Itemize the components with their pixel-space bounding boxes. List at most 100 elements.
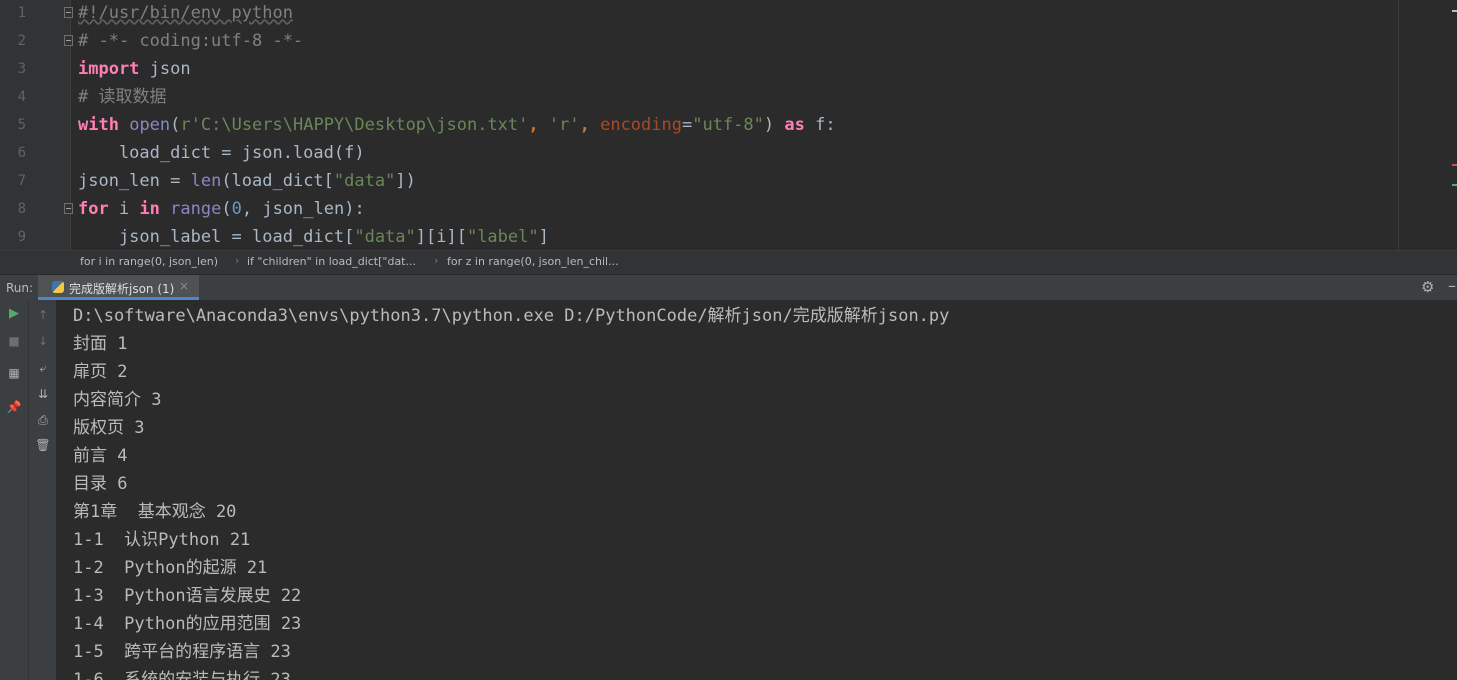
code-line[interactable]: with open(r'C:\Users\HAPPY\Desktop\json.… xyxy=(78,111,836,139)
console-line: 1-5 跨平台的程序语言 23 xyxy=(73,642,291,662)
code-token: r'C:\Users\HAPPY\Desktop\json.txt' xyxy=(180,115,529,135)
line-number: 1 xyxy=(17,5,26,21)
code-line[interactable]: # -*- coding:utf-8 -*- xyxy=(78,27,303,55)
code-token: (load_dict[ xyxy=(221,171,334,191)
line-number: 4 xyxy=(17,89,26,105)
code-token: as xyxy=(784,115,805,135)
console-line: 内容简介 3 xyxy=(73,390,162,410)
line-number: 2 xyxy=(17,33,26,49)
scrollbar-marker xyxy=(1452,10,1457,12)
code-token: 0 xyxy=(231,199,242,219)
code-token: with xyxy=(78,115,119,135)
gear-icon[interactable]: ⚙ xyxy=(1421,278,1434,296)
run-label: Run: xyxy=(6,281,34,295)
console-output[interactable]: D:\software\Anaconda3\envs\python3.7\pyt… xyxy=(57,300,1457,680)
code-token: json xyxy=(139,59,191,79)
console-line: 1-1 认识Python 21 xyxy=(73,530,251,550)
line-number: 5 xyxy=(17,117,26,133)
line-number: 3 xyxy=(17,61,26,77)
console-line: 版权页 3 xyxy=(73,418,145,438)
chevron-right-icon: › xyxy=(235,254,240,267)
code-token: # -*- coding:utf-8 -*- xyxy=(78,31,304,51)
breadcrumb-item[interactable]: for i in range(0, json_len) xyxy=(80,255,218,268)
run-panel-header: Run: 完成版解析json (1) × ⚙ – xyxy=(0,274,1457,300)
code-token: , xyxy=(579,115,601,135)
line-number: 8 xyxy=(17,201,26,217)
breadcrumb: for i in range(0, json_len) › if "childr… xyxy=(0,250,1457,274)
code-token: ( xyxy=(170,115,181,135)
chevron-right-icon: › xyxy=(434,254,439,267)
error-marker xyxy=(1452,164,1457,166)
console-toolbar: ↑ ↓ ⤶ ⇊ ⎙ 🗑 xyxy=(29,300,57,680)
code-token: #!/usr/bin/env python xyxy=(78,3,293,23)
code-token: 'r' xyxy=(548,115,580,135)
code-line[interactable]: #!/usr/bin/env python xyxy=(78,0,293,27)
console-line: 目录 6 xyxy=(73,474,128,494)
code-line[interactable]: load_dict = json.load(f) xyxy=(78,139,365,167)
run-tab-label: 完成版解析json (1) xyxy=(69,282,175,296)
code-token: "utf-8" xyxy=(692,115,764,135)
code-editor[interactable]: 1 #!/usr/bin/env python 2 # -*- coding:utf-… xyxy=(0,0,1457,250)
python-icon xyxy=(52,281,64,293)
code-token: "label" xyxy=(466,227,539,247)
code-token: import xyxy=(78,59,140,79)
line-number: 9 xyxy=(17,229,26,245)
code-token: ] xyxy=(538,227,549,247)
fold-icon[interactable] xyxy=(64,7,73,18)
code-token: ( xyxy=(221,199,232,219)
code-token: open xyxy=(129,115,171,135)
stop-icon[interactable]: ■ xyxy=(6,333,22,349)
code-token: "data" xyxy=(333,171,396,191)
code-token: ][i][ xyxy=(415,227,467,247)
pin-icon[interactable]: 📌 xyxy=(6,399,22,415)
console-line: 封面 1 xyxy=(73,334,128,354)
soft-wrap-icon[interactable]: ⤶ xyxy=(35,360,51,376)
code-token: , json_len): xyxy=(241,199,365,219)
fold-icon[interactable] xyxy=(64,35,73,46)
console-line: D:\software\Anaconda3\envs\python3.7\pyt… xyxy=(73,306,950,326)
console-line: 扉页 2 xyxy=(73,362,128,382)
code-line[interactable]: for i in range(0, json_len): xyxy=(78,195,365,223)
code-token: json_len = xyxy=(78,171,191,191)
code-token: range xyxy=(170,199,222,219)
code-token: , xyxy=(528,115,549,135)
code-token: encoding xyxy=(600,115,682,135)
console-line: 1-6 系统的安装与执行 23 xyxy=(73,670,291,680)
code-token: "data" xyxy=(354,227,416,247)
code-line[interactable]: # 读取数据 xyxy=(78,83,166,111)
code-token: ) xyxy=(763,115,785,135)
arrow-up-icon[interactable]: ↑ xyxy=(35,307,51,323)
console-line: 1-3 Python语言发展史 22 xyxy=(73,586,302,606)
console-line: 1-4 Python的应用范围 23 xyxy=(73,614,302,634)
rerun-icon[interactable]: ▶ xyxy=(6,306,22,322)
line-number: 7 xyxy=(17,173,26,189)
minimize-icon[interactable]: – xyxy=(1448,276,1456,295)
code-line[interactable]: json_label = load_dict["data"][i]["label… xyxy=(78,223,549,250)
arrow-down-icon[interactable]: ↓ xyxy=(35,333,51,349)
breadcrumb-item[interactable]: if "children" in load_dict["dat... xyxy=(247,255,416,268)
breadcrumb-item[interactable]: for z in range(0, json_len_chil... xyxy=(447,255,619,268)
code-token: len xyxy=(190,171,222,191)
run-tab[interactable]: 完成版解析json (1) × xyxy=(38,275,199,300)
layout-icon[interactable]: ▦ xyxy=(6,365,22,381)
print-icon[interactable]: ⎙ xyxy=(35,412,51,428)
console-line: 第1章 基本观念 20 xyxy=(73,502,237,522)
code-token: for xyxy=(78,199,109,219)
code-token: # 读取数据 xyxy=(78,87,167,107)
code-token: json_label = load_dict[ xyxy=(78,227,355,247)
code-token: in xyxy=(139,199,160,219)
code-token: load_dict = json.load(f) xyxy=(78,143,365,163)
code-token: f: xyxy=(804,115,836,135)
console-line: 前言 4 xyxy=(73,446,128,466)
fold-icon[interactable] xyxy=(64,203,73,214)
close-icon[interactable]: × xyxy=(179,279,189,293)
trash-icon[interactable]: 🗑 xyxy=(35,437,51,453)
run-toolbar: ▶ ■ ▦ 📌 xyxy=(0,300,29,680)
code-token: ]) xyxy=(395,171,416,191)
scroll-to-end-icon[interactable]: ⇊ xyxy=(35,386,51,402)
code-line[interactable]: json_len = len(load_dict["data"]) xyxy=(78,167,416,195)
line-number: 6 xyxy=(17,145,26,161)
code-line[interactable]: import json xyxy=(78,55,191,83)
